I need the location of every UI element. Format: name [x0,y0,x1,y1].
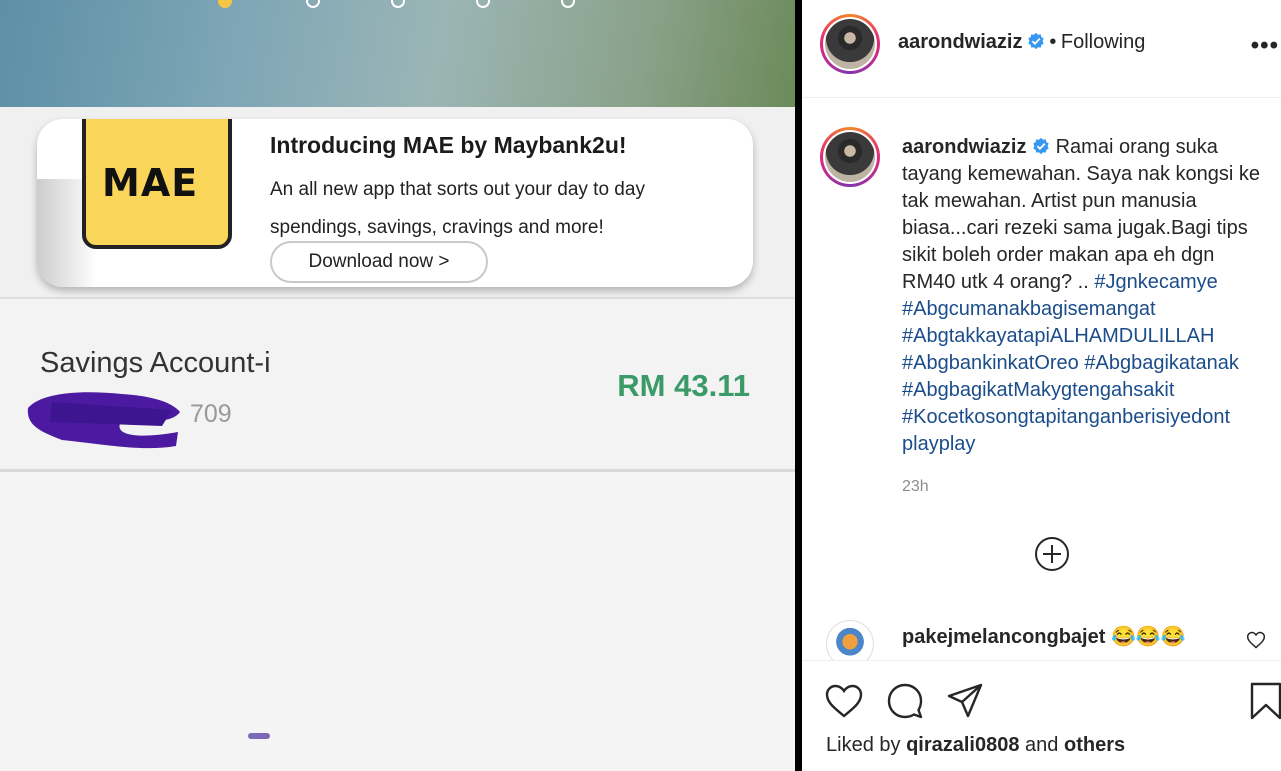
carousel-dot[interactable] [476,0,490,8]
carousel-dots [0,0,795,8]
comment-text: pakejmelancongbajet 😂😂😂 [902,624,1186,649]
liked-by-user[interactable]: qirazali0808 [906,734,1019,756]
caption-author-avatar[interactable] [820,127,880,187]
caption-body: Ramai orang suka tayang kemewahan. Saya … [902,136,1260,293]
share-paper-plane-icon[interactable] [945,681,985,721]
header-user-line: aarondwiaziz • Following [898,31,1145,54]
hashtag[interactable]: #Abgbagikatanak [1084,352,1239,374]
verified-badge-icon [1028,32,1044,50]
more-horizontal-icon[interactable]: ••• [1251,32,1279,60]
comment-emojis: 😂😂😂 [1110,626,1186,648]
promo-title: Introducing MAE by Maybank2u! [270,132,627,158]
lower-blank-area [0,475,795,771]
hashtag[interactable]: #AbgbankinkatOreo [902,352,1079,374]
top-banner [0,0,795,107]
download-now-button[interactable]: Download now > [270,241,488,283]
like-heart-icon[interactable] [824,681,864,721]
following-button[interactable]: Following [1061,31,1145,53]
commenter-username[interactable]: pakejmelancongbajet [902,626,1105,648]
liked-by-and: and [1025,734,1059,756]
account-name: Savings Account-i [40,347,271,379]
comment-like-heart-icon[interactable] [1246,630,1266,650]
post-actions: Liked by qirazali0808 and others [802,660,1281,771]
carousel-dot[interactable] [391,0,405,8]
separator-dot: • [1049,31,1057,53]
screen: MAE Introducing MAE by Maybank2u! An all… [0,0,1281,771]
mae-phone-illustration: MAE [82,119,232,249]
savings-account-row[interactable]: Savings Account-i 709 RM 43.11 [0,300,795,472]
comment-bubble-icon[interactable] [885,681,925,721]
scribble-mark [248,733,270,739]
carousel-dot-active[interactable] [218,0,232,8]
verified-badge-icon [1033,137,1049,155]
hashtag[interactable]: #AbgbagikatMakygtengahsakit [902,379,1174,401]
carousel-dot[interactable] [561,0,575,8]
post-timestamp[interactable]: 23h [902,478,929,496]
mae-promo-card[interactable]: MAE Introducing MAE by Maybank2u! An all… [37,119,753,287]
hashtag[interactable]: #Kocetkosongtapitanganberisiyedont playp… [902,406,1230,455]
hashtag[interactable]: #Abgcumanakbagisemangat [902,298,1156,320]
comments-scroll[interactable]: aarondwiaziz Ramai orang suka tayang kem… [802,98,1281,660]
post-image: MAE Introducing MAE by Maybank2u! An all… [0,0,795,771]
hashtag[interactable]: #AbgtakkayatapiALHAMDULILLAH [902,325,1214,347]
promo-area: MAE Introducing MAE by Maybank2u! An all… [0,107,795,299]
liked-by-others[interactable]: others [1064,734,1125,756]
author-avatar[interactable] [820,14,880,74]
panel-divider [795,0,802,771]
save-bookmark-icon[interactable] [1246,681,1281,721]
caption-username[interactable]: aarondwiaziz [902,136,1026,158]
liked-by-prefix: Liked by [826,734,901,756]
mae-logo: MAE [102,161,199,205]
author-username[interactable]: aarondwiaziz [898,31,1022,53]
promo-description: An all new app that sorts out your day t… [270,179,645,238]
comment-item: pakejmelancongbajet 😂😂😂 [826,618,1266,660]
commenter-avatar[interactable] [826,620,874,660]
liked-by-line: Liked by qirazali0808 and others [826,734,1125,757]
redaction-scribble [27,392,180,449]
account-balance: RM 43.11 [617,368,750,403]
hashtag[interactable]: #Jgnkecamye [1094,271,1217,293]
load-more-comments-icon[interactable] [1034,536,1070,572]
caption-text: aarondwiaziz Ramai orang suka tayang kem… [902,134,1267,458]
post-header: aarondwiaziz • Following ••• [802,0,1281,98]
post-details-panel: aarondwiaziz • Following ••• aarondwiazi… [802,0,1281,771]
account-number-visible: 709 [190,400,232,428]
carousel-dot[interactable] [306,0,320,8]
